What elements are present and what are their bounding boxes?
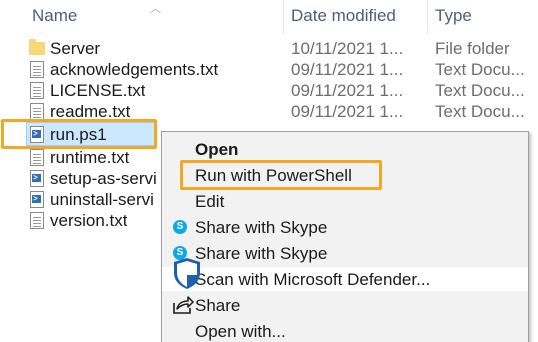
column-header-name[interactable]: Name: [32, 6, 77, 26]
file-name: LICENSE.txt: [50, 81, 146, 100]
file-name: run.ps1: [50, 125, 107, 144]
menu-item-label: Share: [195, 296, 241, 315]
powershell-file-icon: >: [30, 170, 44, 187]
column-header: ︿ Name Date modified Type: [0, 0, 538, 34]
file-date: 09/11/2021 1...: [291, 60, 404, 79]
menu-item-label: Edit: [195, 192, 225, 211]
file-name: runtime.txt: [50, 148, 130, 167]
menu-item-label: Share with Skype: [195, 218, 328, 237]
file-type: Text Docu...: [435, 60, 525, 79]
context-menu: Open Run with PowerShell Edit S Share wi…: [161, 131, 529, 342]
text-file-icon: [30, 61, 44, 78]
menu-item-label: Run with PowerShell: [195, 166, 352, 185]
file-name: Server: [50, 39, 101, 58]
column-header-type[interactable]: Type: [435, 6, 472, 26]
powershell-file-icon: >: [30, 126, 44, 143]
column-header-date-modified[interactable]: Date modified: [291, 6, 396, 26]
file-date: 09/11/2021 1...: [291, 102, 404, 121]
menu-item-label: Open: [195, 140, 239, 159]
file-name: version.txt: [50, 211, 128, 230]
file-row-server[interactable]: Server 10/11/2021 1... File folder: [0, 38, 538, 59]
sort-indicator-icon: ︿: [150, 3, 161, 15]
folder-icon: [29, 39, 45, 55]
menu-item-scan-with-defender[interactable]: Scan with Microsoft Defender...: [162, 258, 528, 291]
file-type: File folder: [435, 39, 510, 58]
menu-item-label: Open with...: [195, 322, 286, 341]
menu-item-share-with-skype-2[interactable]: S Share with Skype: [162, 241, 528, 265]
menu-item-label: Share with Skype: [195, 244, 328, 263]
file-row-acknowledgements[interactable]: acknowledgements.txt 09/11/2021 1... Tex…: [0, 59, 538, 80]
file-date: 10/11/2021 1...: [291, 39, 404, 58]
file-row-license[interactable]: LICENSE.txt 09/11/2021 1... Text Docu...: [0, 80, 538, 101]
file-name: acknowledgements.txt: [50, 60, 219, 79]
share-icon: [173, 296, 194, 314]
column-divider[interactable]: [283, 0, 284, 34]
menu-item-edit[interactable]: Edit: [162, 189, 528, 213]
file-name: setup-as-servi: [50, 169, 157, 188]
text-file-icon: [30, 103, 44, 120]
powershell-file-icon: >: [30, 191, 44, 208]
text-file-icon: [30, 149, 44, 166]
file-date: 09/11/2021 1...: [291, 81, 404, 100]
defender-shield-icon: [174, 258, 200, 289]
file-type: Text Docu...: [435, 81, 525, 100]
menu-item-label: Scan with Microsoft Defender...: [195, 270, 431, 289]
file-name: uninstall-servi: [50, 190, 154, 209]
text-file-icon: [30, 212, 44, 229]
menu-item-share-with-skype[interactable]: S Share with Skype: [162, 215, 528, 239]
column-divider[interactable]: [427, 0, 428, 34]
menu-item-open[interactable]: Open: [162, 137, 528, 161]
menu-item-run-with-powershell[interactable]: Run with PowerShell: [162, 160, 528, 190]
file-type: Text Docu...: [435, 102, 525, 121]
menu-item-open-with[interactable]: Open with...: [162, 319, 528, 342]
skype-icon: S: [173, 220, 187, 234]
text-file-icon: [30, 82, 44, 99]
menu-item-share[interactable]: Share: [162, 293, 528, 317]
